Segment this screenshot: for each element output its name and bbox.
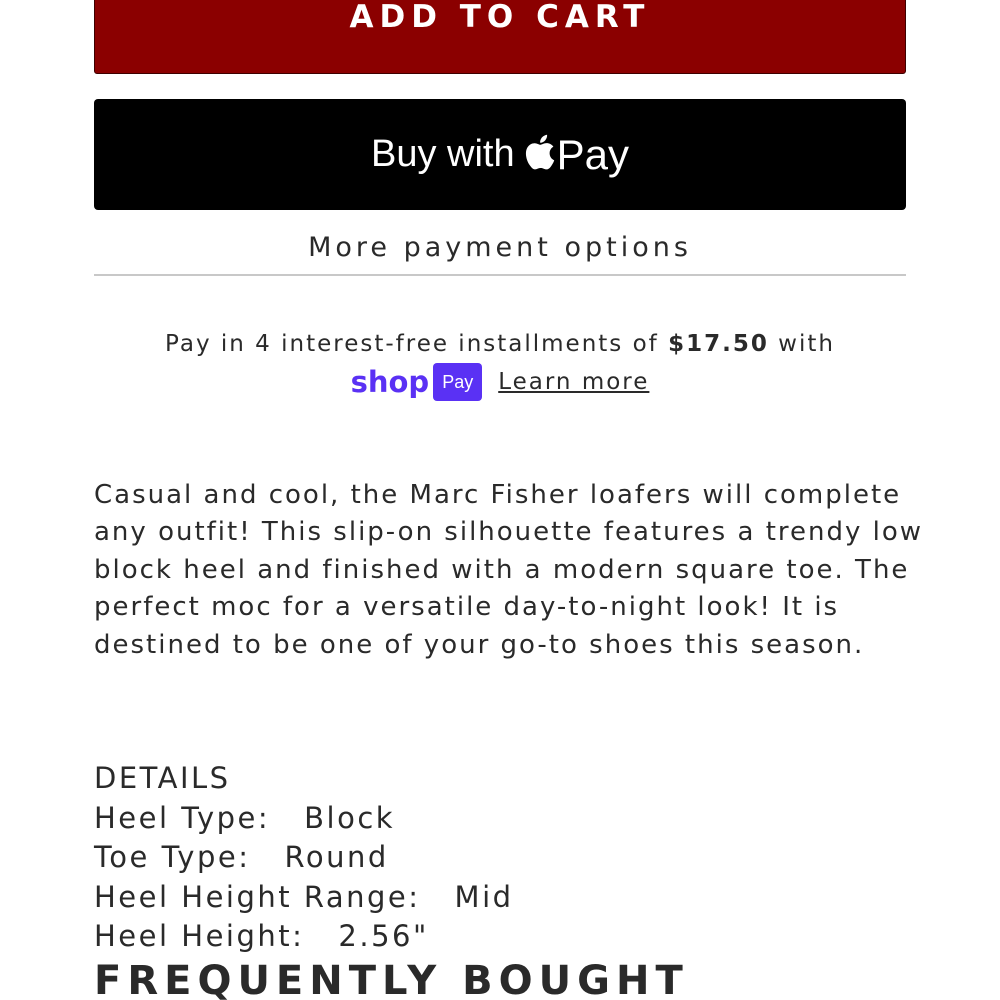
detail-label: Heel Height: — [94, 919, 305, 954]
shop-pay-logo: shop — [350, 365, 430, 399]
product-page: ADD TO CART Buy with Pay More payment op… — [0, 0, 1000, 1000]
frequently-bought-heading: FREQUENTLY BOUGHT — [94, 958, 689, 1000]
installments-text: Pay in 4 interest-free installments of — [165, 331, 659, 357]
details-section: DETAILS Heel Type: Block Toe Type: Round H… — [94, 759, 914, 957]
learn-more-link[interactable]: Learn more — [498, 365, 649, 399]
more-payment-options-link[interactable]: More payment options — [94, 232, 906, 276]
installment-amount: $17.50 — [668, 331, 769, 357]
detail-value: Block — [304, 800, 396, 835]
detail-row: Heel Height: 2.56" — [94, 917, 914, 957]
apple-pay-word: Pay — [556, 130, 629, 178]
installments-line: Pay in 4 interest-free installments of $… — [0, 327, 1000, 361]
installments-with: with — [778, 331, 835, 357]
apple-pay-button[interactable]: Buy with Pay — [94, 99, 906, 210]
detail-label: Heel Type: — [94, 800, 271, 835]
add-to-cart-button[interactable]: ADD TO CART — [94, 0, 906, 74]
apple-icon — [525, 133, 555, 171]
detail-label: Toe Type: — [94, 840, 251, 875]
detail-value: Round — [284, 840, 389, 875]
detail-value: 2.56" — [338, 919, 429, 954]
detail-value: Mid — [454, 879, 514, 914]
shop-pay-badge: Pay — [433, 363, 483, 401]
shop-pay-row: shop Pay Learn more — [0, 363, 1000, 401]
product-description: Casual and cool, the Marc Fisher loafers… — [94, 480, 924, 660]
detail-row: Toe Type: Round — [94, 838, 914, 878]
details-heading: DETAILS — [94, 761, 231, 795]
apple-pay-prefix: Buy with — [371, 133, 515, 175]
detail-row: Heel Type: Block — [94, 799, 914, 839]
installments-message: Pay in 4 interest-free installments of $… — [0, 327, 1000, 401]
detail-label: Heel Height Range: — [94, 879, 421, 914]
detail-row: Heel Height Range: Mid — [94, 878, 914, 918]
